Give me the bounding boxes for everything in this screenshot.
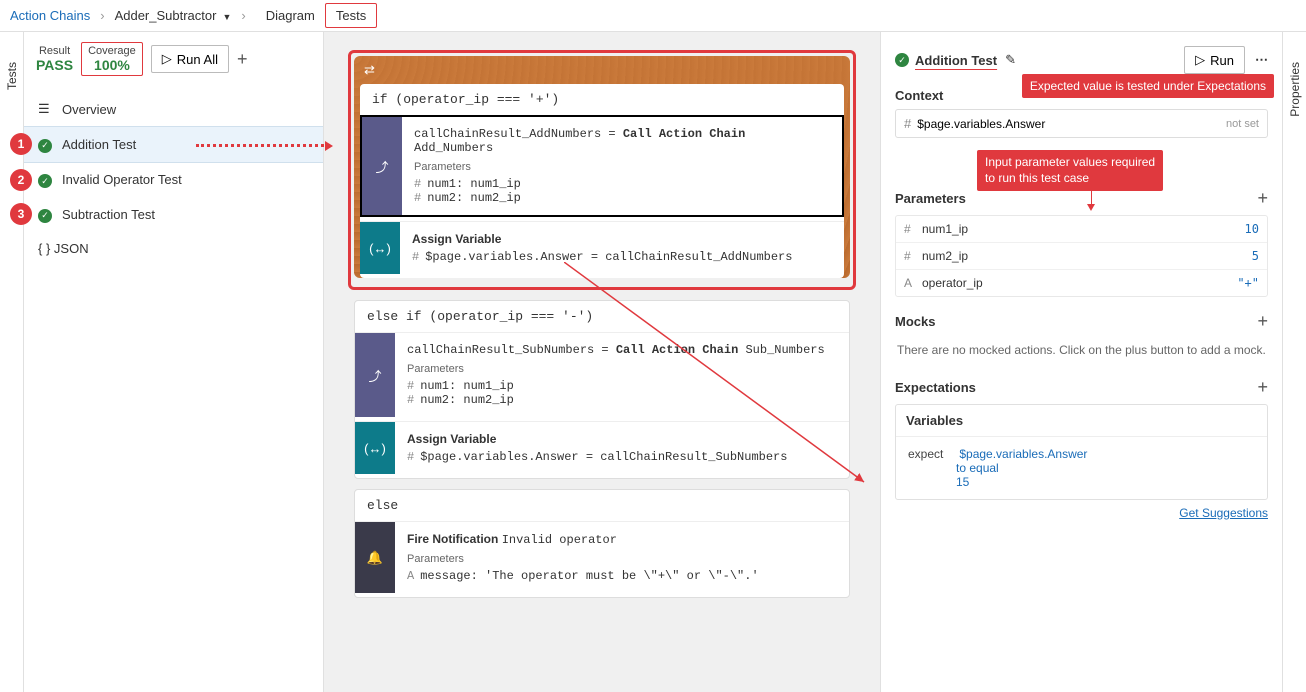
param-row[interactable]: A operator_ip "+" <box>896 270 1267 296</box>
action-assign-sub[interactable]: (↔) Assign Variable #$page.variables.Ans… <box>355 421 849 474</box>
callout-params: Input parameter values required to run t… <box>977 150 1163 191</box>
json-item[interactable]: { } JSON <box>24 232 323 265</box>
context-input[interactable]: # not set <box>895 109 1268 138</box>
check-circle-icon: ✓ <box>895 53 909 67</box>
action-assign-add[interactable]: (↔) Assign Variable #$page.variables.Ans… <box>360 221 844 274</box>
overview-item[interactable]: ☰ Overview <box>24 92 323 126</box>
expectations-label: Expectations <box>895 380 976 395</box>
more-icon[interactable]: ⋯ <box>1255 52 1268 68</box>
highlighted-block: ⇄ if (operator_ip === '+') ⤴ callChainRe… <box>348 50 856 290</box>
tests-panel: Result PASS Coverage 100% ▷ Run All + ☰ … <box>24 32 324 692</box>
parameters-label: Parameters <box>895 191 966 206</box>
add-test-button[interactable]: + <box>237 49 248 70</box>
action-call-sub[interactable]: ⤴ callChainResult_SubNumbers = Call Acti… <box>355 332 849 417</box>
edit-icon[interactable]: ✎ <box>1005 52 1016 68</box>
vertical-tab-properties[interactable]: Properties <box>1282 32 1306 692</box>
tab-tests[interactable]: Tests <box>325 3 377 28</box>
add-mock-button[interactable]: + <box>1257 311 1268 332</box>
hash-icon: # <box>414 191 421 205</box>
expectations-panel: Variables expect $page.variables.Answer … <box>895 404 1268 500</box>
variables-header: Variables <box>896 405 1267 437</box>
breadcrumb: Action Chains › Adder_Subtractor▼ › Diag… <box>0 0 1306 32</box>
run-all-button[interactable]: ▷ Run All <box>151 45 229 73</box>
add-expectation-button[interactable]: + <box>1257 377 1268 398</box>
text-icon: A <box>407 569 414 583</box>
properties-panel: ✓ Addition Test ✎ ▷Run ⋯ Expected value … <box>880 32 1282 692</box>
hash-icon: # <box>414 177 421 191</box>
assign-icon: (↔) <box>360 222 400 274</box>
badge-2: 2 <box>10 169 32 191</box>
check-circle-icon: ✓ <box>38 209 52 223</box>
hash-icon: # <box>407 379 414 393</box>
callout-expected: Expected value is tested under Expectati… <box>1022 74 1274 98</box>
branch-icon: ⇄ <box>364 62 375 78</box>
run-button[interactable]: ▷Run <box>1184 46 1245 74</box>
hash-icon: # <box>904 249 922 263</box>
coverage-summary: Coverage 100% <box>81 42 143 76</box>
play-icon: ▷ <box>162 51 172 67</box>
test-item-subtraction[interactable]: 3 ✓ Subtraction Test <box>24 197 323 232</box>
list-icon: ☰ <box>38 101 54 117</box>
result-summary: Result PASS <box>36 45 73 73</box>
not-set-label: not set <box>1226 118 1259 130</box>
vertical-tab-tests[interactable]: Tests <box>0 32 24 692</box>
caret-down-icon: ▼ <box>222 12 231 22</box>
bell-icon: 🔔 <box>355 522 395 593</box>
check-circle-icon: ✓ <box>38 139 52 153</box>
tab-diagram[interactable]: Diagram <box>256 4 325 27</box>
mocks-empty-text: There are no mocked actions. Click on th… <box>895 338 1268 363</box>
breadcrumb-root[interactable]: Action Chains <box>10 8 90 23</box>
add-param-button[interactable]: + <box>1257 188 1268 209</box>
hash-icon: # <box>904 116 911 131</box>
else-condition: else <box>355 490 849 521</box>
expectation-row[interactable]: expect $page.variables.Answer to equal 1… <box>896 437 1267 499</box>
badge-1: 1 <box>10 133 32 155</box>
hash-icon: # <box>904 222 922 236</box>
action-notify[interactable]: 🔔 Fire Notification Invalid operator Par… <box>355 521 849 593</box>
text-icon: A <box>904 276 922 290</box>
test-title: Addition Test <box>915 53 997 68</box>
call-chain-icon: ⤴ <box>362 117 402 215</box>
param-row[interactable]: # num1_ip 10 <box>896 216 1267 243</box>
badge-3: 3 <box>10 203 32 225</box>
chevron-right-icon: › <box>241 8 245 23</box>
context-label: Context <box>895 88 943 103</box>
context-field[interactable] <box>917 117 1220 131</box>
if-condition: if (operator_ip === '+') <box>360 84 844 115</box>
elseif-condition: else if (operator_ip === '-') <box>355 301 849 332</box>
breadcrumb-chain[interactable]: Adder_Subtractor▼ <box>115 8 232 23</box>
diagram-canvas: ⇄ if (operator_ip === '+') ⤴ callChainRe… <box>324 32 880 692</box>
get-suggestions-link[interactable]: Get Suggestions <box>1179 506 1268 520</box>
callout-arrow <box>196 144 330 147</box>
param-row[interactable]: # num2_ip 5 <box>896 243 1267 270</box>
action-call-add[interactable]: ⤴ callChainResult_AddNumbers = Call Acti… <box>360 115 844 217</box>
parameters-table: # num1_ip 10 # num2_ip 5 A operator_ip "… <box>895 215 1268 297</box>
mocks-label: Mocks <box>895 314 935 329</box>
check-circle-icon: ✓ <box>38 174 52 188</box>
chevron-right-icon: › <box>100 8 104 23</box>
hash-icon: # <box>407 450 414 464</box>
test-item-invalid[interactable]: 2 ✓ Invalid Operator Test <box>24 163 323 198</box>
hash-icon: # <box>412 250 419 264</box>
assign-icon: (↔) <box>355 422 395 474</box>
call-chain-icon: ⤴ <box>355 333 395 417</box>
hash-icon: # <box>407 393 414 407</box>
play-icon: ▷ <box>1195 52 1205 68</box>
